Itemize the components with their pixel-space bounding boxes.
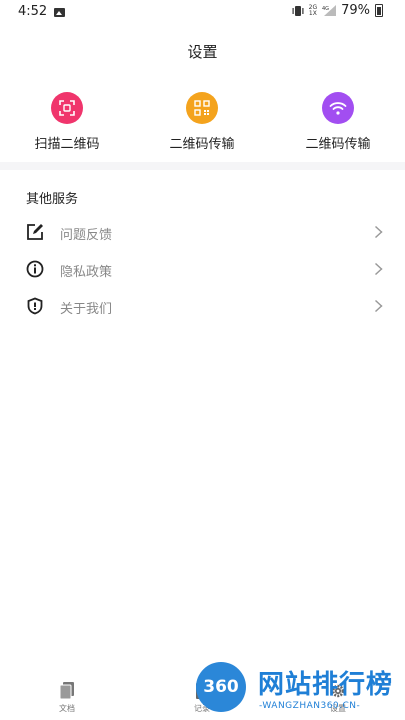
status-indicators: 2G 1X 4G 79% — [292, 3, 383, 18]
nav-label: 文档 — [59, 704, 75, 713]
status-bar: 4:52 2G 1X 4G 79% — [0, 0, 405, 26]
menu-item-label: 问题反馈 — [60, 228, 113, 243]
chevron-right-icon — [374, 262, 383, 276]
wifi-transfer-action[interactable]: 二维码传输 — [278, 92, 398, 152]
qr-transfer-action[interactable]: 二维码传输 — [142, 92, 262, 152]
menu-item-label: 隐私政策 — [60, 265, 113, 280]
edit-icon — [27, 224, 43, 240]
page-title: 设置 — [187, 43, 218, 61]
menu-item-about[interactable]: 关于我们 — [0, 288, 405, 325]
menu-item-feedback[interactable]: 问题反馈 — [0, 214, 405, 251]
battery-percentage: 79% — [341, 3, 370, 18]
scan-qr-action[interactable]: 扫描二维码 — [7, 92, 127, 152]
menu-item-label: 关于我们 — [60, 302, 113, 317]
action-label: 二维码传输 — [305, 137, 371, 152]
signal-label: 4G — [322, 6, 329, 12]
action-label: 二维码传输 — [169, 137, 235, 152]
image-notification-icon — [54, 8, 65, 17]
scan-action-circle — [51, 92, 83, 124]
vibrate-icon — [292, 5, 304, 16]
watermark-logo: 360 — [196, 662, 246, 712]
qr-action-circle — [186, 92, 218, 124]
info-icon — [26, 260, 44, 278]
document-icon — [59, 682, 74, 700]
nav-item-documents[interactable]: 文档 — [37, 682, 97, 714]
section-title: 其他服务 — [26, 192, 79, 207]
menu-item-privacy[interactable]: 隐私政策 — [0, 251, 405, 288]
wifi-icon — [329, 102, 347, 115]
chevron-right-icon — [374, 225, 383, 239]
status-time: 4:52 — [18, 4, 48, 19]
network-type: 2G 1X — [308, 4, 317, 17]
watermark-title: 网站排行榜 — [258, 670, 394, 700]
scan-icon — [59, 100, 75, 116]
wifi-action-circle — [322, 92, 354, 124]
chevron-right-icon — [374, 299, 383, 313]
action-label: 扫描二维码 — [34, 137, 100, 152]
section-divider — [0, 162, 405, 170]
watermark-subtitle: -WANGZHAN360.CN- — [259, 701, 361, 711]
services-list: 问题反馈 隐私政策 关于我们 — [0, 214, 405, 325]
signal-icon: 4G — [322, 5, 337, 16]
quick-actions: 扫描二维码 二维码传输 二维码传输 — [0, 92, 405, 152]
battery-icon — [375, 4, 383, 17]
network-type-bottom: 1X — [308, 9, 317, 17]
shield-icon — [27, 297, 43, 315]
watermark: 360 网站排行榜 -WANGZHAN360.CN- — [192, 656, 405, 720]
qr-code-icon — [194, 100, 210, 116]
